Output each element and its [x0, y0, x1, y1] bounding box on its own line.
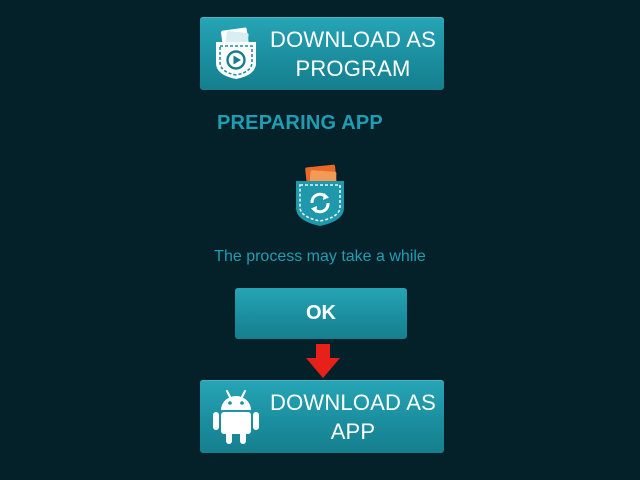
download-program-label: DOWNLOAD AS PROGRAM [262, 17, 444, 90]
download-as-program-button[interactable]: DOWNLOAD AS PROGRAM [200, 17, 444, 90]
android-icon [208, 380, 264, 453]
download-app-line2: APP [330, 418, 376, 444]
preparing-heading: PREPARING APP [217, 112, 383, 134]
download-program-line1: DOWNLOAD AS [269, 26, 436, 52]
download-app-line1: DOWNLOAD AS [269, 389, 436, 415]
download-app-label: DOWNLOAD AS APP [262, 380, 444, 453]
red-down-arrow-icon [305, 344, 341, 380]
ok-button[interactable]: OK [235, 288, 407, 339]
pocket-sync-icon [290, 163, 350, 229]
pocket-play-icon [210, 17, 262, 90]
process-message: The process may take a while [214, 248, 426, 265]
download-as-app-button[interactable]: DOWNLOAD AS APP [200, 380, 444, 453]
download-panel: DOWNLOAD AS PROGRAM PREPARING APP The pr… [0, 0, 640, 480]
download-program-line2: PROGRAM [295, 55, 411, 81]
